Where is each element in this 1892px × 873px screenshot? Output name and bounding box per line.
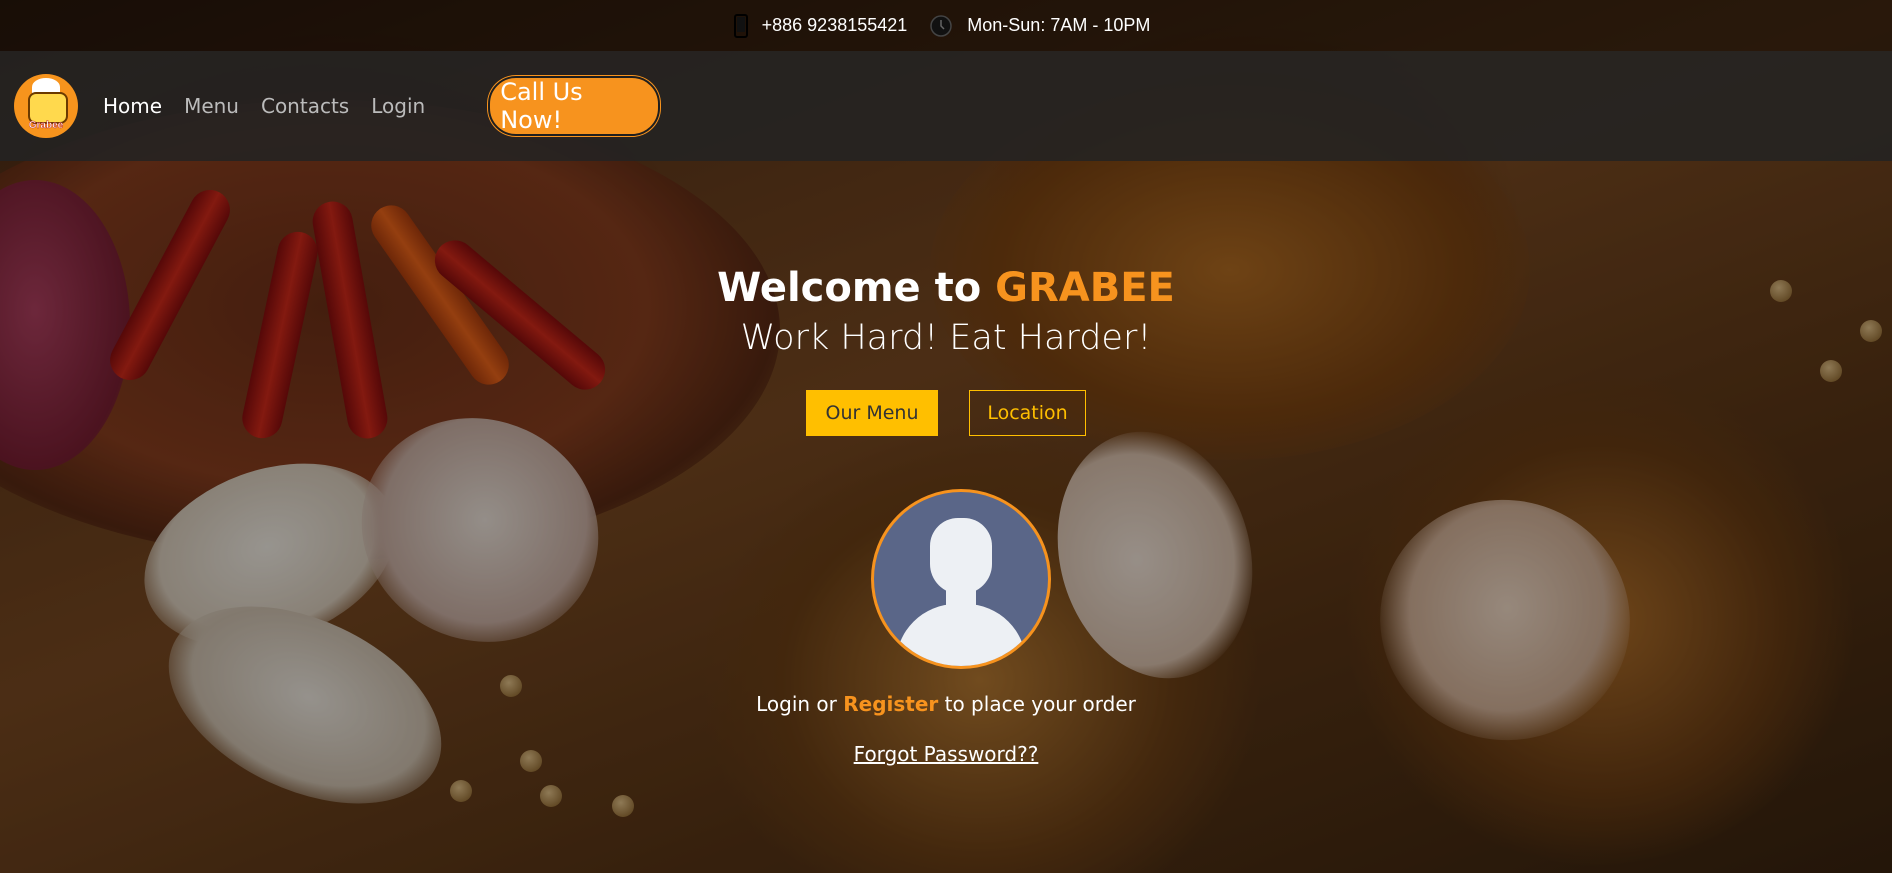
login-prompt: Login or Register to place your order — [0, 692, 1892, 716]
hero-buttons: Our Menu Location — [0, 390, 1892, 436]
call-us-button[interactable]: Call Us Now! — [488, 76, 661, 136]
phone-number: +886 9238155421 — [761, 15, 908, 35]
logo-text: Grabee — [28, 120, 64, 131]
avatar-body — [896, 604, 1026, 666]
tagline: Work Hard! Eat Harder! — [740, 318, 1152, 358]
nav-item-contacts[interactable]: Contacts — [250, 94, 360, 118]
nav-item-login[interactable]: Login — [360, 94, 436, 118]
location-button[interactable]: Location — [969, 390, 1086, 436]
clock-icon — [929, 14, 953, 38]
forgot-password-container: Forgot Password?? — [0, 742, 1892, 766]
top-info-bar: +886 9238155421 Mon-Sun: 7AM - 10PM — [0, 0, 1892, 51]
our-menu-button[interactable]: Our Menu — [806, 390, 938, 436]
avatar-head — [930, 518, 992, 594]
opening-hours: Mon-Sun: 7AM - 10PM — [967, 15, 1151, 35]
brand-name: GRABEE — [995, 265, 1175, 311]
nav-menu: Home Menu Contacts Login — [92, 94, 436, 118]
register-link[interactable]: Register — [843, 692, 938, 716]
login-prompt-suffix: to place your order — [944, 692, 1136, 716]
user-avatar-icon[interactable] — [871, 489, 1051, 669]
nav-item-menu[interactable]: Menu — [173, 94, 250, 118]
main-navbar: Grabee Home Menu Contacts Login Call Us … — [0, 51, 1892, 161]
forgot-password-link[interactable]: Forgot Password?? — [854, 742, 1039, 766]
nav-item-home[interactable]: Home — [92, 94, 173, 118]
grabee-logo[interactable]: Grabee — [14, 74, 78, 138]
welcome-prefix: Welcome to — [717, 265, 982, 311]
login-prompt-prefix: Login or — [756, 692, 837, 716]
phone-icon — [733, 13, 748, 38]
hero-section: Welcome to GRABEE Work Hard! Eat Harder!… — [0, 262, 1892, 436]
welcome-heading: Welcome to GRABEE — [0, 262, 1892, 314]
